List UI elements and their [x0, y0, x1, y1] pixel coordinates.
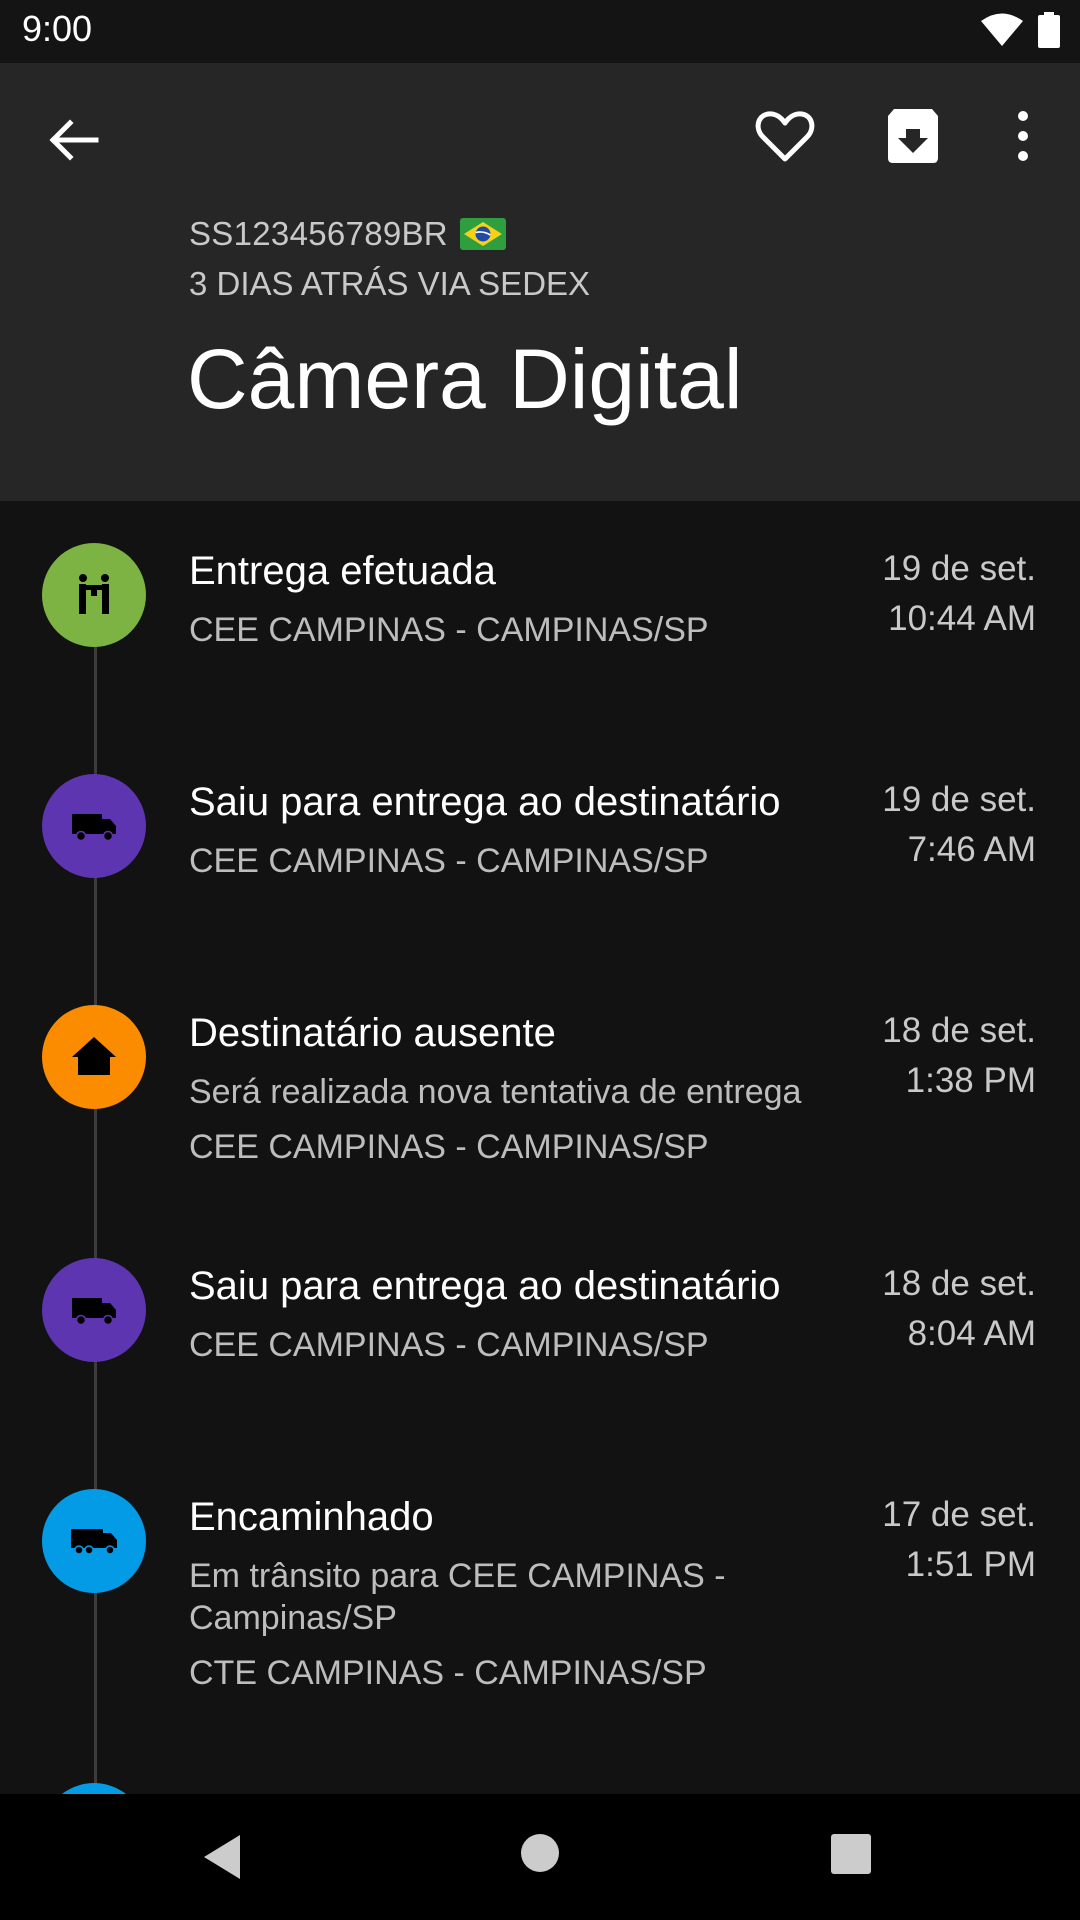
brazil-flag-icon — [459, 218, 506, 250]
back-button[interactable] — [40, 107, 106, 173]
event-time: 8:04 AM — [907, 1314, 1036, 1353]
event-icon-circle — [42, 1258, 146, 1362]
wifi-icon — [981, 13, 1023, 46]
van-icon — [72, 1298, 116, 1326]
more-options-button[interactable] — [995, 103, 1051, 169]
arrow-back-icon — [49, 119, 99, 161]
event-date: 18 de set. — [882, 1011, 1036, 1050]
favorite-button[interactable] — [752, 103, 818, 169]
event-date: 19 de set. — [882, 780, 1036, 819]
event-time: 1:51 PM — [905, 1545, 1036, 1584]
page-title: Câmera Digital — [187, 332, 743, 426]
nav-home-icon[interactable] — [518, 1831, 562, 1875]
shipping-info: 3 DIAS ATRÁS VIA SEDEX — [189, 265, 591, 302]
archive-icon — [888, 109, 938, 163]
event-title: Entrega efetuada — [189, 549, 496, 593]
tracking-code-row: SS123456789BR — [189, 215, 506, 253]
event-title: Destinatário ausente — [189, 1011, 556, 1055]
hand-over-icon — [79, 574, 109, 614]
event-date: 17 de set. — [882, 1495, 1036, 1534]
event-time: 7:46 AM — [907, 830, 1036, 869]
header: SS123456789BR 3 DIAS ATRÁS VIA SEDEX Câm… — [0, 63, 1080, 501]
heart-outline-icon — [755, 111, 815, 162]
event-location: CEE CAMPINAS - CAMPINAS/SP — [189, 1128, 709, 1166]
event-time: 1:38 PM — [905, 1061, 1036, 1100]
event-description: Será realizada nova tentativa de entrega — [189, 1073, 802, 1111]
event-location: CTE CAMPINAS - CAMPINAS/SP — [189, 1654, 707, 1692]
event-icon-circle — [42, 774, 146, 878]
event-date: 19 de set. — [882, 549, 1036, 588]
event-title: Saiu para entrega ao destinatário — [189, 780, 781, 824]
event-icon-circle — [42, 543, 146, 647]
event-icon-circle — [42, 1005, 146, 1109]
more-vert-icon — [1018, 111, 1028, 161]
event-icon-circle — [42, 1783, 146, 1794]
status-time: 9:00 — [22, 8, 93, 49]
archive-button[interactable] — [880, 103, 946, 169]
van-icon — [72, 814, 116, 842]
event-description: Em trânsito para CEE CAMPINAS - Campinas… — [189, 1557, 726, 1637]
tracking-timeline: Entrega efetuada CEE CAMPINAS - CAMPINAS… — [0, 501, 1080, 1794]
event-title: Saiu para entrega ao destinatário — [189, 1264, 781, 1308]
event-time: 10:44 AM — [888, 599, 1036, 638]
event-date: 18 de set. — [882, 1264, 1036, 1303]
nav-recents-icon[interactable] — [830, 1833, 872, 1875]
tracking-code: SS123456789BR — [189, 215, 448, 252]
status-bar: 9:00 — [0, 0, 1080, 63]
nav-back-icon[interactable] — [200, 1832, 250, 1882]
event-title: Encaminhado — [189, 1495, 434, 1539]
event-location: CEE CAMPINAS - CAMPINAS/SP — [189, 842, 709, 880]
battery-icon — [1038, 12, 1060, 48]
event-icon-circle — [42, 1489, 146, 1593]
event-location: CEE CAMPINAS - CAMPINAS/SP — [189, 611, 709, 649]
truck-icon — [71, 1529, 117, 1555]
home-icon — [72, 1037, 116, 1075]
system-nav-bar — [0, 1794, 1080, 1920]
event-location: CEE CAMPINAS - CAMPINAS/SP — [189, 1326, 709, 1364]
